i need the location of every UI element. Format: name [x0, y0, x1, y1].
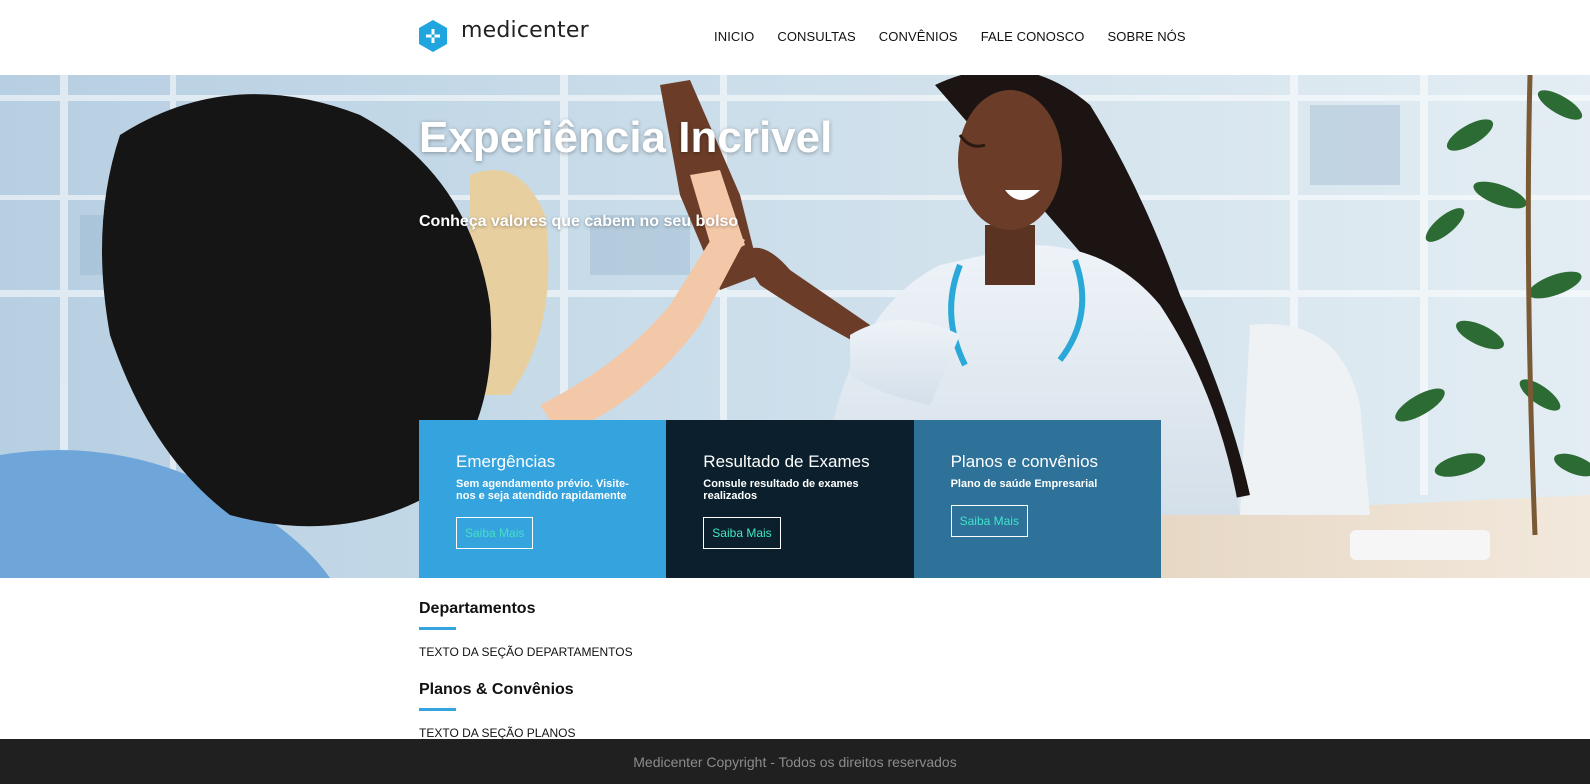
- section-text: TEXTO DA SEÇÃO DEPARTAMENTOS: [419, 645, 633, 659]
- nav-item-inicio[interactable]: INICIO: [714, 29, 754, 44]
- card-text: Sem agendamento prévio. Visite-nos e sej…: [456, 478, 629, 502]
- hero-subtitle: Conheça valores que cabem no seu bolso: [419, 213, 739, 230]
- hexagon-plus-icon: [419, 20, 447, 52]
- site-header: medicenter INICIO CONSULTAS CONVÊNIOS FA…: [0, 0, 1590, 75]
- card-title: Emergências: [456, 452, 556, 471]
- brand-name: medicenter: [461, 17, 589, 43]
- section-departamentos: Departamentos TEXTO DA SEÇÃO DEPARTAMENT…: [419, 600, 633, 659]
- section-planos: Planos & Convênios TEXTO DA SEÇÃO PLANOS: [419, 681, 576, 740]
- main-nav: INICIO CONSULTAS CONVÊNIOS FALE CONOSCO …: [714, 29, 1209, 44]
- hero-title: Experiência Incrivel: [419, 113, 833, 162]
- section-text: TEXTO DA SEÇÃO PLANOS: [419, 726, 576, 740]
- card-planos-convenios: Planos e convênios Plano de saúde Empres…: [913, 420, 1161, 578]
- card-title: Planos e convênios: [950, 452, 1099, 471]
- site-footer: Medicenter Copyright - Todos os direitos…: [0, 739, 1590, 784]
- card-resultado-exames: Resultado de Exames Consule resultado de…: [666, 420, 914, 578]
- copyright-text: Medicenter Copyright - Todos os direitos…: [633, 754, 957, 770]
- feature-cards: Emergências Sem agendamento prévio. Visi…: [419, 420, 1161, 578]
- saiba-mais-button[interactable]: Saiba Mais: [950, 505, 1028, 537]
- section-underline: [419, 708, 456, 711]
- card-text: Plano de saúde Empresarial: [950, 478, 1098, 490]
- card-emergencias: Emergências Sem agendamento prévio. Visi…: [419, 420, 667, 578]
- section-underline: [419, 627, 456, 630]
- nav-item-convenios[interactable]: CONVÊNIOS: [879, 29, 958, 44]
- nav-item-consultas[interactable]: CONSULTAS: [777, 29, 855, 44]
- card-text: Consule resultado de exames realizados: [703, 478, 859, 502]
- section-title: Departamentos: [419, 600, 536, 617]
- saiba-mais-button[interactable]: Saiba Mais: [703, 517, 781, 549]
- section-title: Planos & Convênios: [419, 681, 574, 698]
- nav-item-fale-conosco[interactable]: FALE CONOSCO: [981, 29, 1085, 44]
- logo-link[interactable]: medicenter: [419, 17, 589, 52]
- nav-item-sobre-nos[interactable]: SOBRE NÓS: [1107, 29, 1185, 44]
- card-title: Resultado de Exames: [703, 452, 870, 471]
- saiba-mais-button[interactable]: Saiba Mais: [456, 517, 534, 549]
